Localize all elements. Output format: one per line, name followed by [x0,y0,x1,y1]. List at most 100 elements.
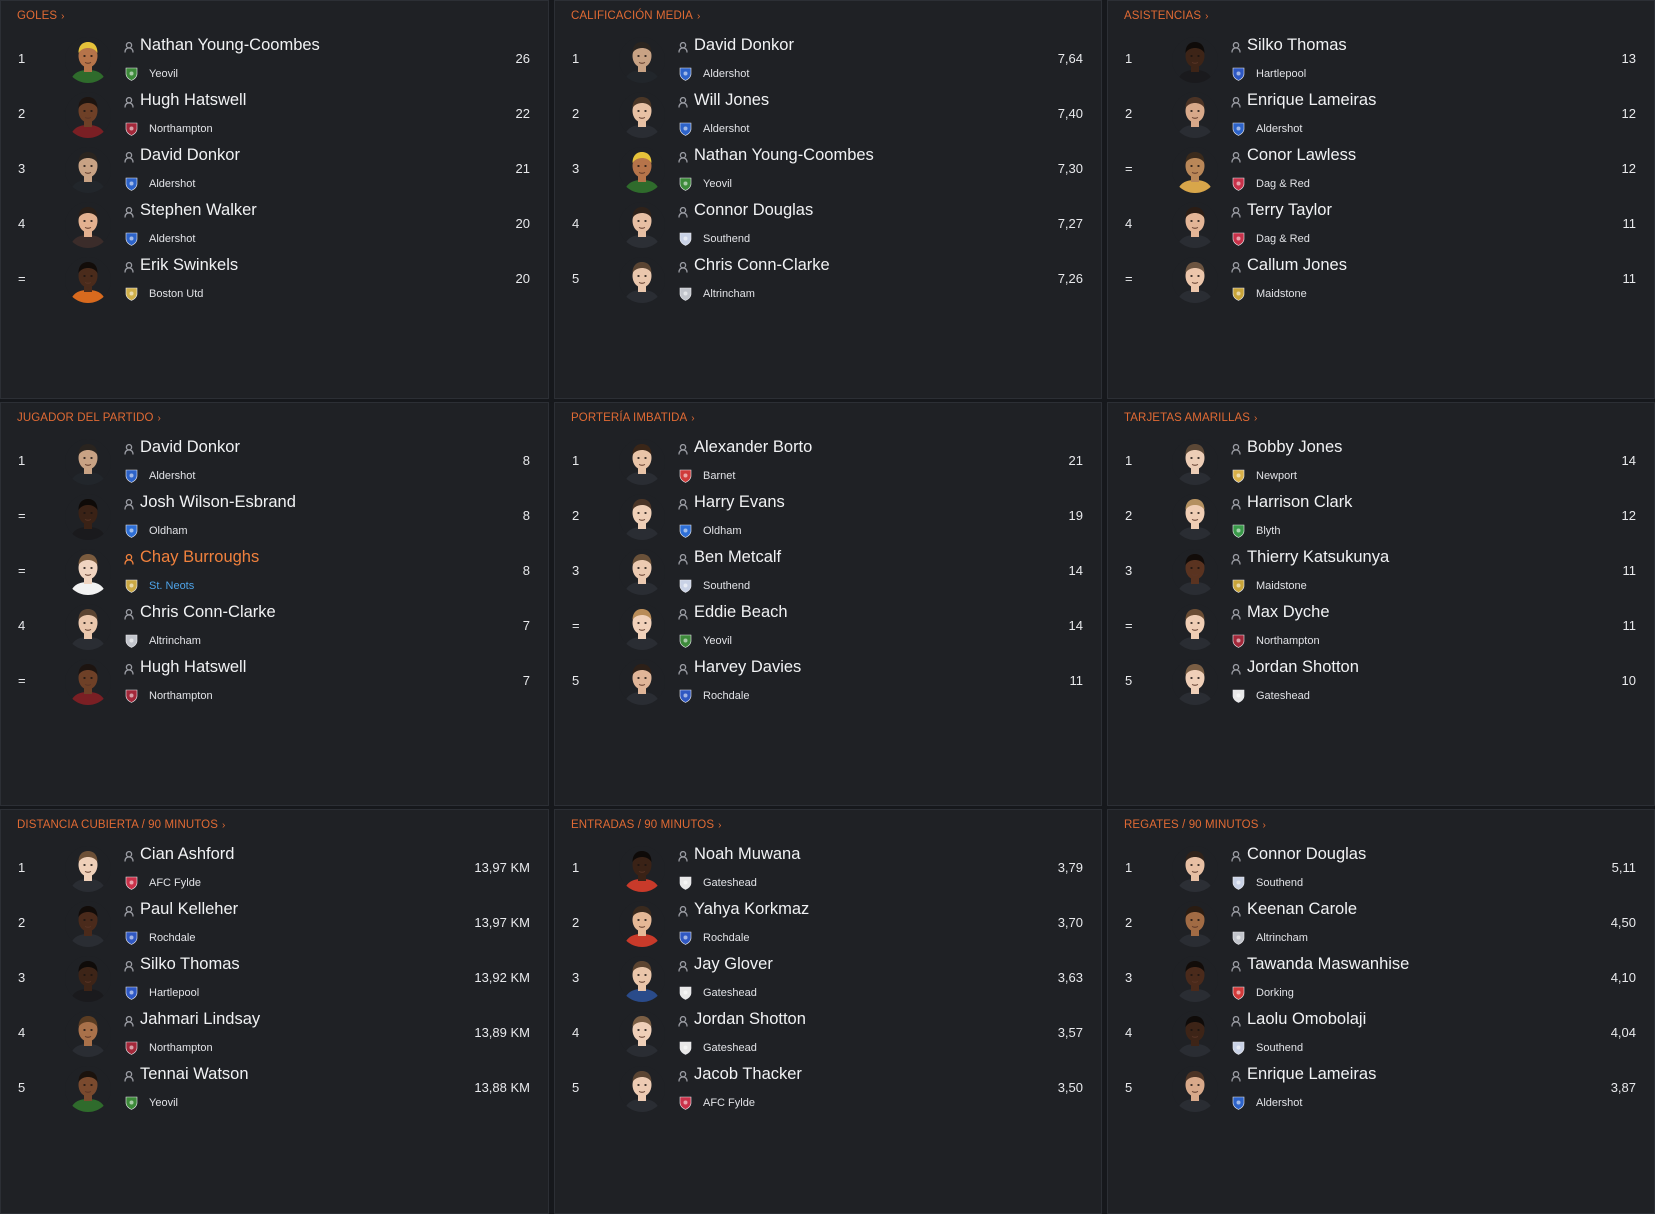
player-face-avatar[interactable] [619,846,665,892]
player-face-avatar[interactable] [619,92,665,138]
player-face-avatar[interactable] [65,549,111,595]
player-face-avatar[interactable] [619,659,665,705]
club-name-link[interactable]: Southend [1256,877,1303,889]
player-face-avatar[interactable] [619,1066,665,1112]
ranking-row[interactable]: 1 Alexander Borto Barnet 21 [555,435,1101,490]
player-face-avatar[interactable] [65,956,111,1002]
ranking-row[interactable]: 5 Harvey Davies Rochdale 11 [555,655,1101,710]
player-name-link[interactable]: Stephen Walker [140,201,257,220]
panel-title-link[interactable]: PORTERÍA IMBATIDA › [571,412,695,424]
club-name-link[interactable]: AFC Fylde [703,1097,755,1109]
club-name-link[interactable]: Blyth [1256,525,1280,537]
ranking-row[interactable]: 1 Noah Muwana Gateshead 3,79 [555,842,1101,897]
ranking-row[interactable]: 5 Tennai Watson Yeovil 13,88 KM [1,1062,548,1117]
ranking-row[interactable]: 4 Jahmari Lindsay Northampton 13,89 KM [1,1007,548,1062]
club-name-link[interactable]: St. Neots [149,580,194,592]
club-name-link[interactable]: Boston Utd [149,288,203,300]
player-face-avatar[interactable] [65,147,111,193]
club-name-link[interactable]: Yeovil [149,1097,178,1109]
club-name-link[interactable]: Aldershot [1256,1097,1302,1109]
player-name-link[interactable]: Yahya Korkmaz [694,900,809,919]
club-name-link[interactable]: Altrincham [149,635,201,647]
ranking-row[interactable]: 3 Nathan Young-Coombes Yeovil 7,30 [555,143,1101,198]
ranking-row[interactable]: 1 Cian Ashford AFC Fylde 13,97 KM [1,842,548,897]
club-name-link[interactable]: Altrincham [1256,932,1308,944]
ranking-row[interactable]: 2 Harrison Clark Blyth 12 [1108,490,1654,545]
player-name-link[interactable]: Callum Jones [1247,256,1347,275]
player-face-avatar[interactable] [65,1066,111,1112]
player-face-avatar[interactable] [1172,1011,1218,1057]
club-name-link[interactable]: Rochdale [703,932,749,944]
ranking-row[interactable]: = Eddie Beach Yeovil 14 [555,600,1101,655]
ranking-row[interactable]: 1 Silko Thomas Hartlepool 13 [1108,33,1654,88]
player-name-link[interactable]: Enrique Lameiras [1247,91,1376,110]
panel-title-link[interactable]: GOLES › [17,10,65,22]
player-name-link[interactable]: Harvey Davies [694,658,801,677]
ranking-row[interactable]: 5 Enrique Lameiras Aldershot 3,87 [1108,1062,1654,1117]
ranking-row[interactable]: 2 Keenan Carole Altrincham 4,50 [1108,897,1654,952]
club-name-link[interactable]: Gateshead [703,987,757,999]
ranking-row[interactable]: = Chay Burroughs St. Neots 8 [1,545,548,600]
ranking-row[interactable]: 3 Jay Glover Gateshead 3,63 [555,952,1101,1007]
player-name-link[interactable]: David Donkor [140,438,240,457]
player-name-link[interactable]: Ben Metcalf [694,548,781,567]
player-name-link[interactable]: Bobby Jones [1247,438,1342,457]
player-name-link[interactable]: David Donkor [140,146,240,165]
ranking-row[interactable]: 3 Silko Thomas Hartlepool 13,92 KM [1,952,548,1007]
player-face-avatar[interactable] [619,257,665,303]
club-name-link[interactable]: Yeovil [703,635,732,647]
player-name-link[interactable]: Laolu Omobolaji [1247,1010,1366,1029]
panel-title-link[interactable]: CALIFICACIÓN MEDIA › [571,10,700,22]
ranking-row[interactable]: 3 Ben Metcalf Southend 14 [555,545,1101,600]
ranking-row[interactable]: = Conor Lawless Dag & Red 12 [1108,143,1654,198]
club-name-link[interactable]: Gateshead [703,1042,757,1054]
ranking-row[interactable]: 5 Chris Conn-Clarke Altrincham 7,26 [555,253,1101,308]
player-name-link[interactable]: Silko Thomas [1247,36,1347,55]
player-face-avatar[interactable] [1172,659,1218,705]
club-name-link[interactable]: Aldershot [149,233,195,245]
panel-title-link[interactable]: TARJETAS AMARILLAS › [1124,412,1257,424]
ranking-row[interactable]: 5 Jacob Thacker AFC Fylde 3,50 [555,1062,1101,1117]
club-name-link[interactable]: Northampton [149,1042,213,1054]
player-face-avatar[interactable] [619,1011,665,1057]
ranking-row[interactable]: 4 Stephen Walker Aldershot 20 [1,198,548,253]
club-name-link[interactable]: Yeovil [703,178,732,190]
ranking-row[interactable]: 2 Yahya Korkmaz Rochdale 3,70 [555,897,1101,952]
ranking-row[interactable]: = Max Dyche Northampton 11 [1108,600,1654,655]
player-face-avatar[interactable] [1172,846,1218,892]
player-face-avatar[interactable] [1172,37,1218,83]
player-face-avatar[interactable] [65,92,111,138]
club-name-link[interactable]: Rochdale [703,690,749,702]
ranking-row[interactable]: 1 Nathan Young-Coombes Yeovil 26 [1,33,548,88]
player-face-avatar[interactable] [1172,147,1218,193]
panel-title-link[interactable]: JUGADOR DEL PARTIDO › [17,412,161,424]
club-name-link[interactable]: Aldershot [149,470,195,482]
club-name-link[interactable]: Gateshead [703,877,757,889]
ranking-row[interactable]: 3 Thierry Katsukunya Maidstone 11 [1108,545,1654,600]
ranking-row[interactable]: 1 David Donkor Aldershot 7,64 [555,33,1101,88]
club-name-link[interactable]: Northampton [149,123,213,135]
player-name-link[interactable]: Noah Muwana [694,845,800,864]
ranking-row[interactable]: = Josh Wilson-Esbrand Oldham 8 [1,490,548,545]
player-face-avatar[interactable] [1172,604,1218,650]
player-face-avatar[interactable] [619,956,665,1002]
ranking-row[interactable]: = Hugh Hatswell Northampton 7 [1,655,548,710]
player-name-link[interactable]: Harrison Clark [1247,493,1352,512]
ranking-row[interactable]: 2 Harry Evans Oldham 19 [555,490,1101,545]
player-name-link[interactable]: David Donkor [694,36,794,55]
club-name-link[interactable]: Aldershot [1256,123,1302,135]
ranking-row[interactable]: 4 Laolu Omobolaji Southend 4,04 [1108,1007,1654,1062]
player-face-avatar[interactable] [619,202,665,248]
player-name-link[interactable]: Chris Conn-Clarke [140,603,276,622]
ranking-row[interactable]: 2 Will Jones Aldershot 7,40 [555,88,1101,143]
player-name-link[interactable]: Hugh Hatswell [140,658,246,677]
player-face-avatar[interactable] [65,604,111,650]
ranking-row[interactable]: 2 Hugh Hatswell Northampton 22 [1,88,548,143]
ranking-row[interactable]: 4 Connor Douglas Southend 7,27 [555,198,1101,253]
player-name-link[interactable]: Harry Evans [694,493,785,512]
ranking-row[interactable]: 1 Bobby Jones Newport 14 [1108,435,1654,490]
club-name-link[interactable]: Aldershot [149,178,195,190]
ranking-row[interactable]: 4 Chris Conn-Clarke Altrincham 7 [1,600,548,655]
player-name-link[interactable]: Will Jones [694,91,769,110]
ranking-row[interactable]: = Callum Jones Maidstone 11 [1108,253,1654,308]
